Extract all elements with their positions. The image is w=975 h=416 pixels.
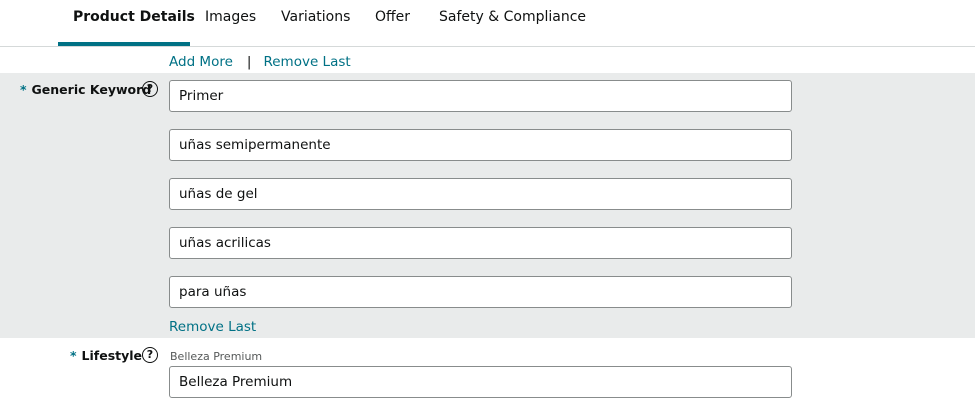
tab-images[interactable]: Images xyxy=(205,0,256,47)
active-tab-indicator xyxy=(58,42,190,46)
remove-last-link[interactable]: Remove Last xyxy=(263,54,350,70)
required-marker: * xyxy=(20,82,27,97)
lifestyle-label: * Lifestyle xyxy=(70,348,142,363)
lifestyle-caption: Belleza Premium xyxy=(170,350,263,363)
tab-safety-compliance[interactable]: Safety & Compliance xyxy=(439,0,586,47)
generic-keyword-label: * Generic Keyword xyxy=(20,82,151,97)
keyword-controls: Add More | Remove Last xyxy=(169,53,351,71)
help-icon[interactable]: ? xyxy=(142,347,158,363)
remove-last-link-bottom[interactable]: Remove Last xyxy=(169,319,256,335)
add-more-link[interactable]: Add More xyxy=(169,54,233,70)
tab-offer[interactable]: Offer xyxy=(375,0,410,47)
tab-variations[interactable]: Variations xyxy=(281,0,350,47)
generic-keyword-label-text: Generic Keyword xyxy=(31,82,152,97)
generic-keyword-input-2[interactable]: uñas semipermanente xyxy=(169,129,792,161)
separator: | xyxy=(246,54,252,70)
help-icon[interactable]: ? xyxy=(142,81,158,97)
generic-keyword-input-4[interactable]: uñas acrilicas xyxy=(169,227,792,259)
generic-keyword-input-5[interactable]: para uñas xyxy=(169,276,792,308)
generic-keyword-input-1[interactable]: Primer xyxy=(169,80,792,112)
required-marker: * xyxy=(70,348,77,363)
lifestyle-input[interactable]: Belleza Premium xyxy=(169,366,792,398)
lifestyle-label-text: Lifestyle xyxy=(81,348,143,363)
tab-bar: Product Details Images Variations Offer … xyxy=(0,0,975,47)
tab-product-details[interactable]: Product Details xyxy=(73,0,195,47)
generic-keyword-input-3[interactable]: uñas de gel xyxy=(169,178,792,210)
